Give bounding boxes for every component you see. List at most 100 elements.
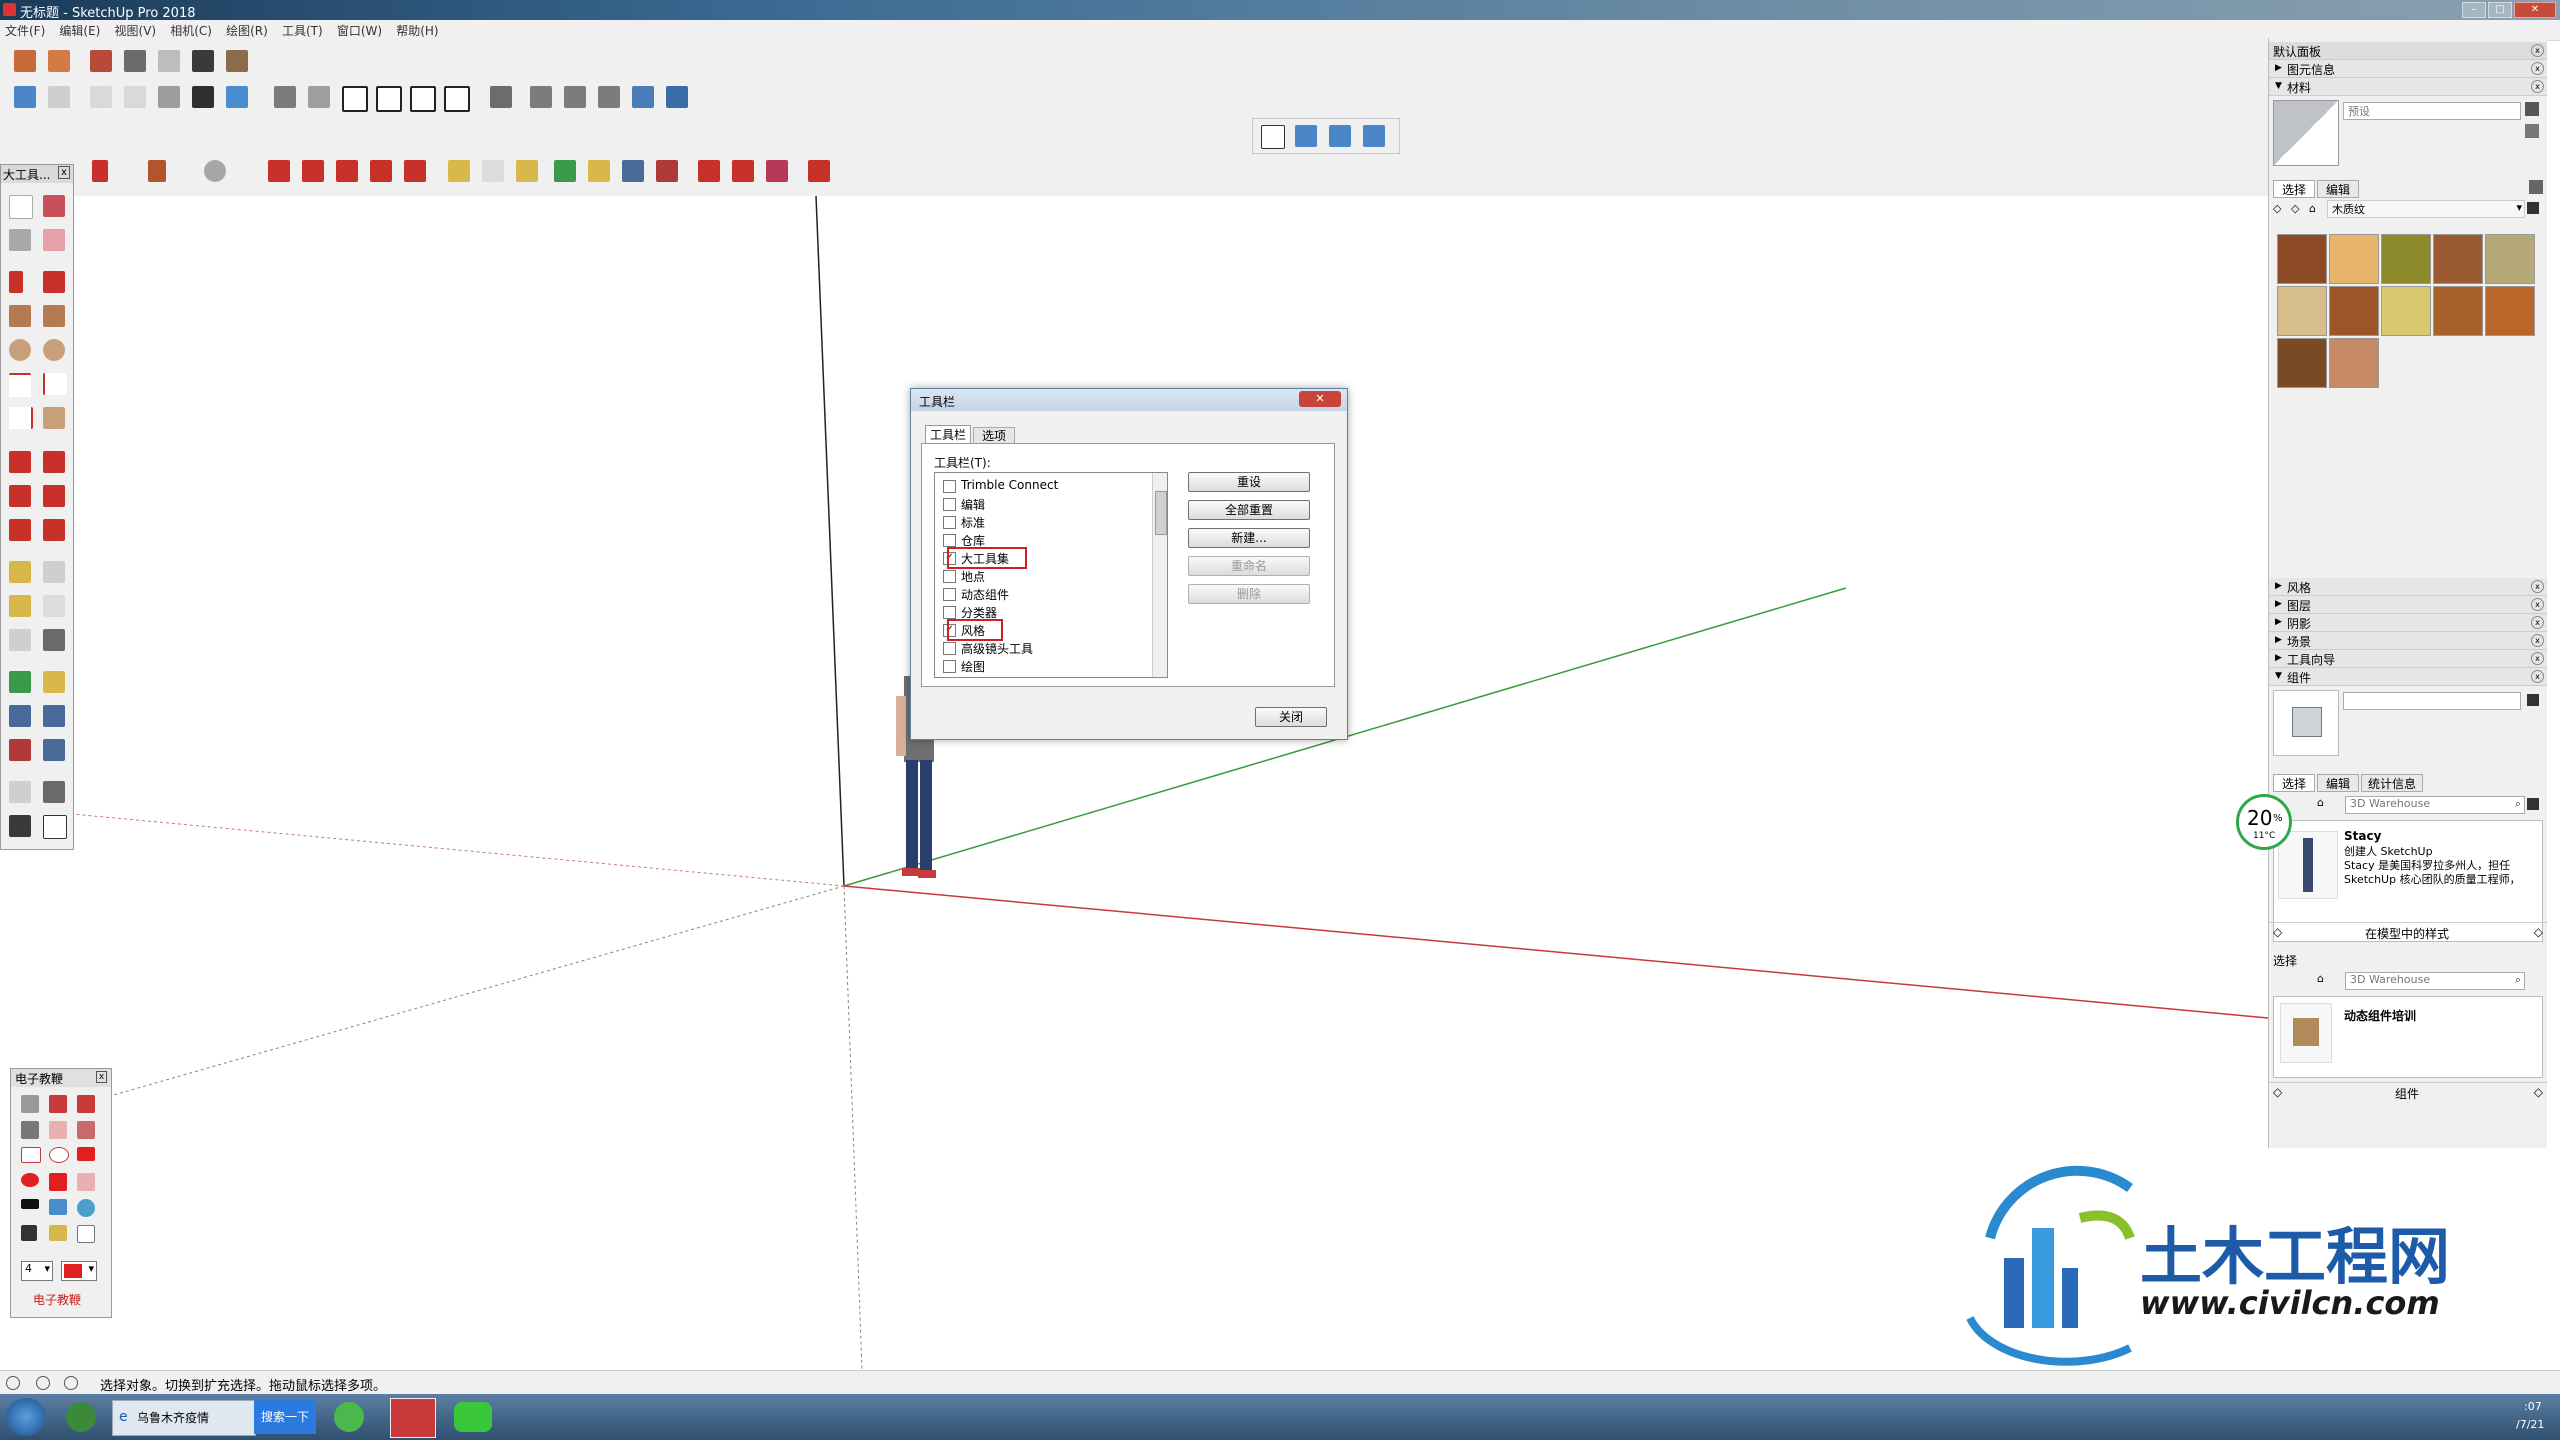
arc-icon[interactable] bbox=[9, 373, 31, 397]
geolocation-icon[interactable] bbox=[6, 1376, 20, 1390]
delete-button[interactable]: 删除 bbox=[1188, 584, 1310, 604]
rectangle-icon[interactable] bbox=[9, 305, 31, 327]
right-nav-icon[interactable]: ◇ bbox=[2534, 925, 2543, 939]
new-button[interactable]: 新建... bbox=[1188, 528, 1310, 548]
layers-header[interactable]: ▶ 图层 x bbox=[2269, 596, 2547, 614]
styles-icon[interactable] bbox=[14, 50, 36, 72]
material-swatch[interactable] bbox=[2381, 286, 2431, 336]
offset-tool-icon[interactable] bbox=[43, 519, 65, 541]
rectangle-outline-icon[interactable] bbox=[21, 1147, 41, 1163]
material-swatch[interactable] bbox=[2485, 234, 2535, 284]
reset-all-button[interactable]: 全部重置 bbox=[1188, 500, 1310, 520]
search-icon[interactable]: ⌕ bbox=[2515, 973, 2521, 987]
create-material-icon[interactable] bbox=[2525, 102, 2539, 116]
zoom-extents-tool-icon[interactable] bbox=[9, 739, 31, 761]
view-back-icon[interactable] bbox=[226, 86, 248, 108]
close-icon[interactable]: x bbox=[2531, 80, 2544, 93]
arrow-icon[interactable] bbox=[77, 1121, 95, 1139]
mini-toolbar-close[interactable]: x bbox=[96, 1071, 107, 1083]
start-button[interactable] bbox=[6, 1398, 46, 1436]
component-name-field[interactable] bbox=[2343, 692, 2521, 710]
text-icon[interactable] bbox=[43, 595, 65, 617]
rotate-icon[interactable] bbox=[370, 160, 392, 182]
zoom-icon[interactable] bbox=[622, 160, 644, 182]
mini-toolbar-header[interactable]: 电子教鞭 x bbox=[11, 1069, 111, 1087]
solid-trim-icon[interactable] bbox=[598, 86, 620, 108]
sample-paint-icon[interactable] bbox=[2529, 180, 2543, 194]
circle-icon[interactable] bbox=[9, 339, 31, 361]
style-shaded-icon[interactable] bbox=[192, 50, 214, 72]
building-icon[interactable] bbox=[376, 86, 402, 112]
maximize-button[interactable]: □ bbox=[2488, 2, 2512, 18]
eraser-icon[interactable] bbox=[77, 1225, 95, 1243]
section-icon[interactable] bbox=[43, 815, 67, 839]
sketchup-task-icon[interactable] bbox=[390, 1398, 436, 1438]
material-swatch[interactable] bbox=[2329, 286, 2379, 336]
ellipse-outline-icon[interactable] bbox=[49, 1147, 69, 1163]
section-fill-icon[interactable] bbox=[1363, 125, 1385, 147]
components-bottom-bar[interactable]: ◇ 组件 ◇ bbox=[2269, 1082, 2547, 1101]
section-cut-icon[interactable] bbox=[1329, 125, 1351, 147]
style-textures-icon[interactable] bbox=[226, 50, 248, 72]
extension-warehouse-icon[interactable] bbox=[766, 160, 788, 182]
tab-select[interactable]: 选择 bbox=[2273, 774, 2315, 792]
in-model-bar[interactable]: ◇ 在模型中的样式 ◇ bbox=[2269, 922, 2547, 941]
style-back-edges-icon[interactable] bbox=[90, 50, 112, 72]
material-swatch[interactable] bbox=[2329, 234, 2379, 284]
solid-intersect-icon[interactable] bbox=[632, 86, 654, 108]
list-checkbox[interactable] bbox=[943, 570, 956, 583]
close-icon[interactable]: x bbox=[2531, 62, 2544, 75]
size-select[interactable]: 4 ▾ bbox=[21, 1261, 53, 1281]
weather-widget[interactable]: 20 % 11°C bbox=[2236, 794, 2292, 850]
paint-icon[interactable] bbox=[9, 229, 31, 251]
material-swatch[interactable] bbox=[2329, 338, 2379, 388]
tab-select[interactable]: 选择 bbox=[2273, 180, 2315, 198]
marker-icon[interactable] bbox=[49, 1095, 67, 1113]
search-icon[interactable]: ⌕ bbox=[2515, 797, 2521, 811]
right-nav-icon[interactable]: ◇ bbox=[2534, 1085, 2543, 1099]
freehand-icon[interactable] bbox=[43, 271, 65, 293]
styles-header[interactable]: ▶ 风格 x bbox=[2269, 578, 2547, 596]
laser-icon[interactable] bbox=[77, 1095, 95, 1113]
material-library-select[interactable]: 木质纹 ▾ bbox=[2327, 200, 2525, 218]
close-icon[interactable]: x bbox=[2531, 652, 2544, 665]
eraser-icon[interactable] bbox=[43, 229, 65, 251]
scenes-header[interactable]: ▶ 场景 x bbox=[2269, 632, 2547, 650]
home-icon[interactable]: ⌂ bbox=[2309, 202, 2321, 215]
menu-window[interactable]: 窗口(W) bbox=[332, 20, 387, 41]
pushpull-tool-icon[interactable] bbox=[43, 451, 65, 473]
material-name-field[interactable]: 预设 bbox=[2343, 102, 2521, 120]
entity-info-header[interactable]: ▶ 图元信息 x bbox=[2269, 60, 2547, 78]
3d-text-icon[interactable] bbox=[43, 629, 65, 651]
list-scrollbar[interactable] bbox=[1152, 473, 1167, 677]
extension-icon[interactable] bbox=[308, 86, 330, 108]
solid-union-icon[interactable] bbox=[530, 86, 552, 108]
tab-edit[interactable]: 编辑 bbox=[2317, 774, 2359, 792]
scale-tool-icon[interactable] bbox=[9, 519, 31, 541]
text-a-icon[interactable] bbox=[49, 1173, 67, 1191]
solid-split-icon[interactable] bbox=[666, 86, 688, 108]
color-select[interactable]: ▾ bbox=[61, 1261, 97, 1281]
protractor-icon[interactable] bbox=[9, 595, 31, 617]
component-search-input[interactable]: 3D Warehouse ⌕ bbox=[2345, 796, 2525, 814]
360-icon[interactable] bbox=[66, 1402, 96, 1432]
home-icon[interactable] bbox=[410, 86, 436, 112]
zoom-extents-icon[interactable] bbox=[656, 160, 678, 182]
orbit-icon[interactable] bbox=[554, 160, 576, 182]
tray-close-icon[interactable]: x bbox=[2531, 44, 2544, 57]
paint-bucket-icon[interactable] bbox=[516, 160, 538, 182]
reset-button[interactable]: 重设 bbox=[1188, 472, 1310, 492]
magnifier-icon[interactable] bbox=[77, 1199, 95, 1217]
menu-file[interactable]: 文件(F) bbox=[0, 20, 50, 41]
material-swatch[interactable] bbox=[2277, 234, 2327, 284]
left-nav-icon[interactable]: ◇ bbox=[2273, 925, 2282, 939]
menu-tools[interactable]: 工具(T) bbox=[277, 20, 328, 41]
three-point-arc-icon[interactable] bbox=[9, 407, 33, 429]
shadows-header[interactable]: ▶ 阴影 x bbox=[2269, 614, 2547, 632]
menu-camera[interactable]: 相机(C) bbox=[165, 20, 217, 41]
group-icon[interactable] bbox=[490, 86, 512, 108]
position-camera-icon[interactable] bbox=[9, 781, 31, 803]
clock[interactable]: :07 /7/21 bbox=[2500, 1396, 2556, 1436]
scrollbar-thumb[interactable] bbox=[1155, 491, 1167, 535]
text-aa-icon[interactable] bbox=[77, 1173, 95, 1191]
